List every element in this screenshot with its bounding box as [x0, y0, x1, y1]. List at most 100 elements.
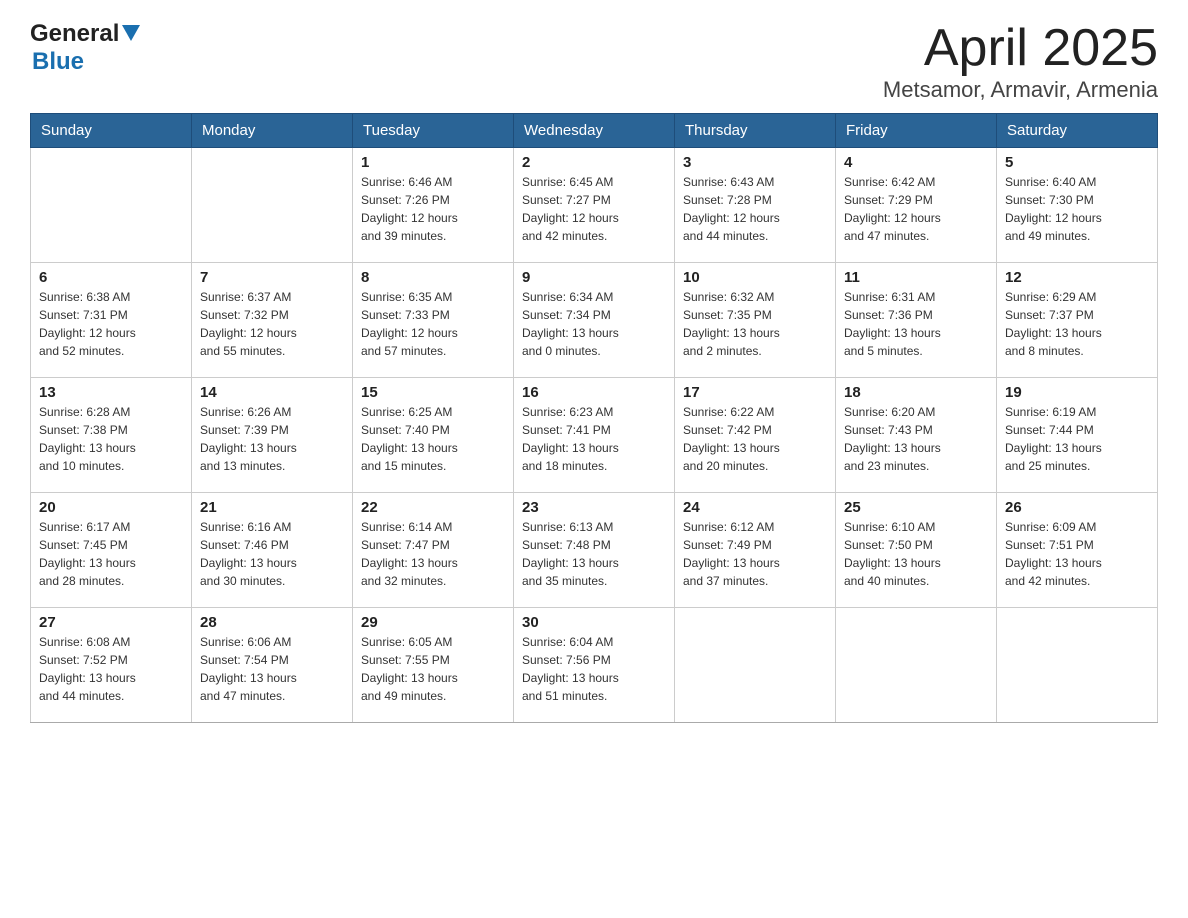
day-number: 5: [1005, 154, 1149, 171]
day-info: Sunrise: 6:31 AM Sunset: 7:36 PM Dayligh…: [844, 288, 988, 360]
day-number: 1: [361, 154, 505, 171]
day-info: Sunrise: 6:40 AM Sunset: 7:30 PM Dayligh…: [1005, 173, 1149, 245]
calendar-cell: [31, 148, 192, 263]
day-info: Sunrise: 6:09 AM Sunset: 7:51 PM Dayligh…: [1005, 518, 1149, 590]
calendar-cell: 13 Sunrise: 6:28 AM Sunset: 7:38 PM Dayli…: [31, 378, 192, 493]
calendar-cell: 10Sunrise: 6:32 AM Sunset: 7:35 PM Dayli…: [675, 263, 836, 378]
day-number: 30: [522, 614, 666, 631]
calendar-cell: 8 Sunrise: 6:35 AM Sunset: 7:33 PM Daylig…: [353, 263, 514, 378]
calendar-cell: 27 Sunrise: 6:08 AM Sunset: 7:52 PM Dayli…: [31, 608, 192, 723]
page-header: General Blue April 2025 Metsamor, Armavi…: [30, 20, 1158, 103]
calendar-day-header: Friday: [836, 114, 997, 148]
calendar-cell: 9 Sunrise: 6:34 AM Sunset: 7:34 PM Daylig…: [514, 263, 675, 378]
day-info: Sunrise: 6:14 AM Sunset: 7:47 PM Dayligh…: [361, 518, 505, 590]
day-number: 8: [361, 269, 505, 286]
day-number: 13: [39, 384, 183, 401]
calendar-cell: 22 Sunrise: 6:14 AM Sunset: 7:47 PM Dayli…: [353, 493, 514, 608]
calendar-day-header: Monday: [192, 114, 353, 148]
calendar-cell: 30Sunrise: 6:04 AM Sunset: 7:56 PM Dayli…: [514, 608, 675, 723]
logo-arrow-icon: [122, 25, 140, 48]
page-title: April 2025: [883, 20, 1158, 77]
day-number: 14: [200, 384, 344, 401]
calendar-cell: 16 Sunrise: 6:23 AM Sunset: 7:41 PM Dayli…: [514, 378, 675, 493]
calendar-cell: [997, 608, 1158, 723]
day-number: 21: [200, 499, 344, 516]
day-info: Sunrise: 6:26 AM Sunset: 7:39 PM Dayligh…: [200, 403, 344, 475]
day-info: Sunrise: 6:05 AM Sunset: 7:55 PM Dayligh…: [361, 633, 505, 705]
calendar-cell: 11Sunrise: 6:31 AM Sunset: 7:36 PM Dayli…: [836, 263, 997, 378]
day-number: 27: [39, 614, 183, 631]
calendar-week-row: 6Sunrise: 6:38 AM Sunset: 7:31 PM Daylig…: [31, 263, 1158, 378]
day-info: Sunrise: 6:22 AM Sunset: 7:42 PM Dayligh…: [683, 403, 827, 475]
day-info: Sunrise: 6:13 AM Sunset: 7:48 PM Dayligh…: [522, 518, 666, 590]
day-info: Sunrise: 6:34 AM Sunset: 7:34 PM Dayligh…: [522, 288, 666, 360]
calendar-cell: 25 Sunrise: 6:10 AM Sunset: 7:50 PM Dayli…: [836, 493, 997, 608]
day-info: Sunrise: 6:25 AM Sunset: 7:40 PM Dayligh…: [361, 403, 505, 475]
calendar-cell: 1Sunrise: 6:46 AM Sunset: 7:26 PM Daylig…: [353, 148, 514, 263]
day-number: 10: [683, 269, 827, 286]
calendar-header-row: SundayMondayTuesdayWednesdayThursdayFrid…: [31, 114, 1158, 148]
calendar-cell: 6Sunrise: 6:38 AM Sunset: 7:31 PM Daylig…: [31, 263, 192, 378]
day-info: Sunrise: 6:35 AM Sunset: 7:33 PM Dayligh…: [361, 288, 505, 360]
calendar-cell: [192, 148, 353, 263]
calendar-cell: 26 Sunrise: 6:09 AM Sunset: 7:51 PM Dayli…: [997, 493, 1158, 608]
calendar-cell: 28 Sunrise: 6:06 AM Sunset: 7:54 PM Dayli…: [192, 608, 353, 723]
calendar-cell: [675, 608, 836, 723]
calendar-cell: 3 Sunrise: 6:43 AM Sunset: 7:28 PM Daylig…: [675, 148, 836, 263]
day-number: 7: [200, 269, 344, 286]
calendar-cell: 5 Sunrise: 6:40 AM Sunset: 7:30 PM Daylig…: [997, 148, 1158, 263]
calendar-week-row: 27 Sunrise: 6:08 AM Sunset: 7:52 PM Dayli…: [31, 608, 1158, 723]
day-info: Sunrise: 6:19 AM Sunset: 7:44 PM Dayligh…: [1005, 403, 1149, 475]
calendar-cell: 24 Sunrise: 6:12 AM Sunset: 7:49 PM Dayli…: [675, 493, 836, 608]
day-number: 23: [522, 499, 666, 516]
day-number: 4: [844, 154, 988, 171]
day-number: 2: [522, 154, 666, 171]
day-info: Sunrise: 6:38 AM Sunset: 7:31 PM Dayligh…: [39, 288, 183, 360]
title-block: April 2025 Metsamor, Armavir, Armenia: [883, 20, 1158, 103]
calendar-cell: 18 Sunrise: 6:20 AM Sunset: 7:43 PM Dayli…: [836, 378, 997, 493]
day-info: Sunrise: 6:29 AM Sunset: 7:37 PM Dayligh…: [1005, 288, 1149, 360]
day-info: Sunrise: 6:23 AM Sunset: 7:41 PM Dayligh…: [522, 403, 666, 475]
day-info: Sunrise: 6:42 AM Sunset: 7:29 PM Dayligh…: [844, 173, 988, 245]
day-number: 17: [683, 384, 827, 401]
calendar-cell: 19 Sunrise: 6:19 AM Sunset: 7:44 PM Dayli…: [997, 378, 1158, 493]
day-info: Sunrise: 6:08 AM Sunset: 7:52 PM Dayligh…: [39, 633, 183, 705]
day-info: Sunrise: 6:10 AM Sunset: 7:50 PM Dayligh…: [844, 518, 988, 590]
calendar-table: SundayMondayTuesdayWednesdayThursdayFrid…: [30, 113, 1158, 723]
logo: General Blue: [30, 20, 140, 76]
day-number: 29: [361, 614, 505, 631]
calendar-cell: 14 Sunrise: 6:26 AM Sunset: 7:39 PM Dayli…: [192, 378, 353, 493]
calendar-day-header: Thursday: [675, 114, 836, 148]
calendar-cell: 21 Sunrise: 6:16 AM Sunset: 7:46 PM Dayli…: [192, 493, 353, 608]
day-number: 26: [1005, 499, 1149, 516]
calendar-week-row: 1Sunrise: 6:46 AM Sunset: 7:26 PM Daylig…: [31, 148, 1158, 263]
day-number: 16: [522, 384, 666, 401]
day-number: 12: [1005, 269, 1149, 286]
day-number: 15: [361, 384, 505, 401]
day-number: 24: [683, 499, 827, 516]
day-number: 28: [200, 614, 344, 631]
day-info: Sunrise: 6:12 AM Sunset: 7:49 PM Dayligh…: [683, 518, 827, 590]
day-number: 18: [844, 384, 988, 401]
day-info: Sunrise: 6:20 AM Sunset: 7:43 PM Dayligh…: [844, 403, 988, 475]
page-subtitle: Metsamor, Armavir, Armenia: [883, 77, 1158, 103]
day-number: 9: [522, 269, 666, 286]
calendar-day-header: Saturday: [997, 114, 1158, 148]
day-info: Sunrise: 6:45 AM Sunset: 7:27 PM Dayligh…: [522, 173, 666, 245]
day-info: Sunrise: 6:16 AM Sunset: 7:46 PM Dayligh…: [200, 518, 344, 590]
logo-general-text: General: [30, 20, 119, 48]
calendar-day-header: Tuesday: [353, 114, 514, 148]
logo-blue-text: Blue: [32, 48, 84, 75]
day-number: 25: [844, 499, 988, 516]
calendar-cell: 7Sunrise: 6:37 AM Sunset: 7:32 PM Daylig…: [192, 263, 353, 378]
day-number: 19: [1005, 384, 1149, 401]
calendar-cell: 2 Sunrise: 6:45 AM Sunset: 7:27 PM Daylig…: [514, 148, 675, 263]
day-info: Sunrise: 6:43 AM Sunset: 7:28 PM Dayligh…: [683, 173, 827, 245]
day-info: Sunrise: 6:06 AM Sunset: 7:54 PM Dayligh…: [200, 633, 344, 705]
calendar-cell: [836, 608, 997, 723]
day-info: Sunrise: 6:28 AM Sunset: 7:38 PM Dayligh…: [39, 403, 183, 475]
day-number: 22: [361, 499, 505, 516]
day-number: 3: [683, 154, 827, 171]
calendar-cell: 4 Sunrise: 6:42 AM Sunset: 7:29 PM Daylig…: [836, 148, 997, 263]
calendar-cell: 23 Sunrise: 6:13 AM Sunset: 7:48 PM Dayli…: [514, 493, 675, 608]
